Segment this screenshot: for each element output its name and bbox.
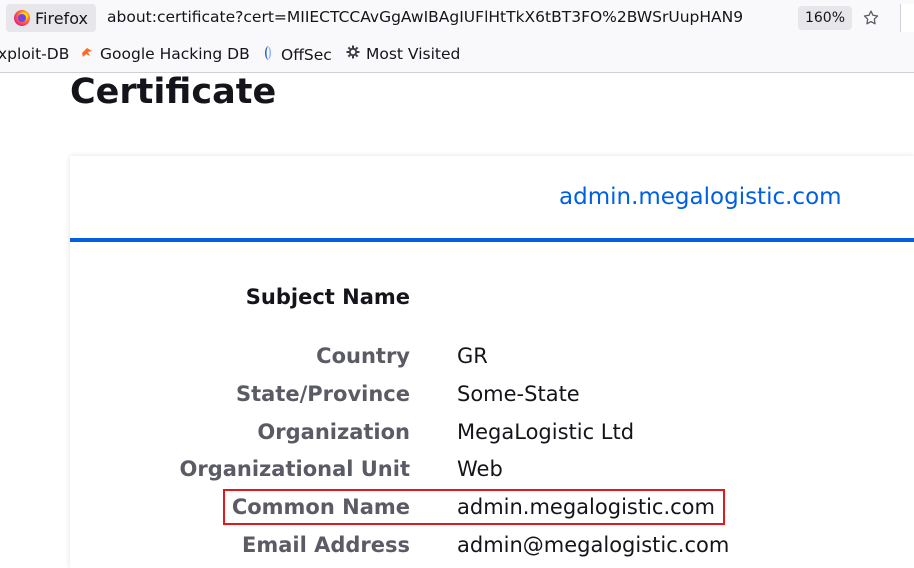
field-value-state: Some-State <box>457 382 580 406</box>
bookmark-google-hacking-db[interactable]: Google Hacking DB <box>80 45 250 63</box>
field-value-country: GR <box>457 344 488 368</box>
firefox-icon <box>14 10 30 26</box>
common-name-highlight-box <box>223 489 725 525</box>
certificate-tabs: admin.megalogistic.com <box>70 156 914 242</box>
field-label-org-unit: Organizational Unit <box>179 457 411 481</box>
bookmark-star-icon[interactable] <box>860 7 882 29</box>
field-label-state: State/Province <box>236 382 410 406</box>
bookmark-most-visited[interactable]: Most Visited <box>346 45 460 63</box>
field-value-organization: MegaLogistic Ltd <box>457 420 635 444</box>
gear-icon <box>346 45 360 63</box>
google-hacking-db-icon <box>80 45 94 63</box>
field-value-org-unit: Web <box>457 457 503 481</box>
bookmark-label: OffSec <box>281 46 332 64</box>
bookmark-label: Google Hacking DB <box>100 45 250 63</box>
subject-name-heading: Subject Name <box>245 285 410 309</box>
bookmarks-toolbar: xploit-DB Google Hacking DB OffSec Most … <box>0 36 914 73</box>
bookmark-exploit-db[interactable]: xploit-DB <box>0 45 69 63</box>
field-label-organization: Organization <box>257 420 410 444</box>
star-outline-icon <box>863 10 879 25</box>
zoom-reset-button[interactable]: 160% <box>798 6 852 30</box>
bookmark-label: xploit-DB <box>0 45 70 63</box>
field-label-country: Country <box>316 344 410 368</box>
bookmark-offsec[interactable]: OffSec <box>261 45 332 65</box>
field-value-email: admin@megalogistic.com <box>457 533 730 557</box>
url-bar: Firefox about:certificate?cert=MIIECTCCA… <box>0 0 914 36</box>
identity-label: Firefox <box>35 8 88 28</box>
page-title: Certificate <box>70 72 277 112</box>
bookmark-label: Most Visited <box>366 45 461 63</box>
offsec-icon <box>261 45 275 65</box>
field-label-email: Email Address <box>241 533 410 557</box>
identity-box[interactable]: Firefox <box>6 4 96 32</box>
tab-admin-megalogistic[interactable]: admin.megalogistic.com <box>559 184 842 210</box>
urlbar-divider <box>900 4 914 32</box>
url-input[interactable]: about:certificate?cert=MIIECTCCAvGgAwIBA… <box>107 8 791 26</box>
